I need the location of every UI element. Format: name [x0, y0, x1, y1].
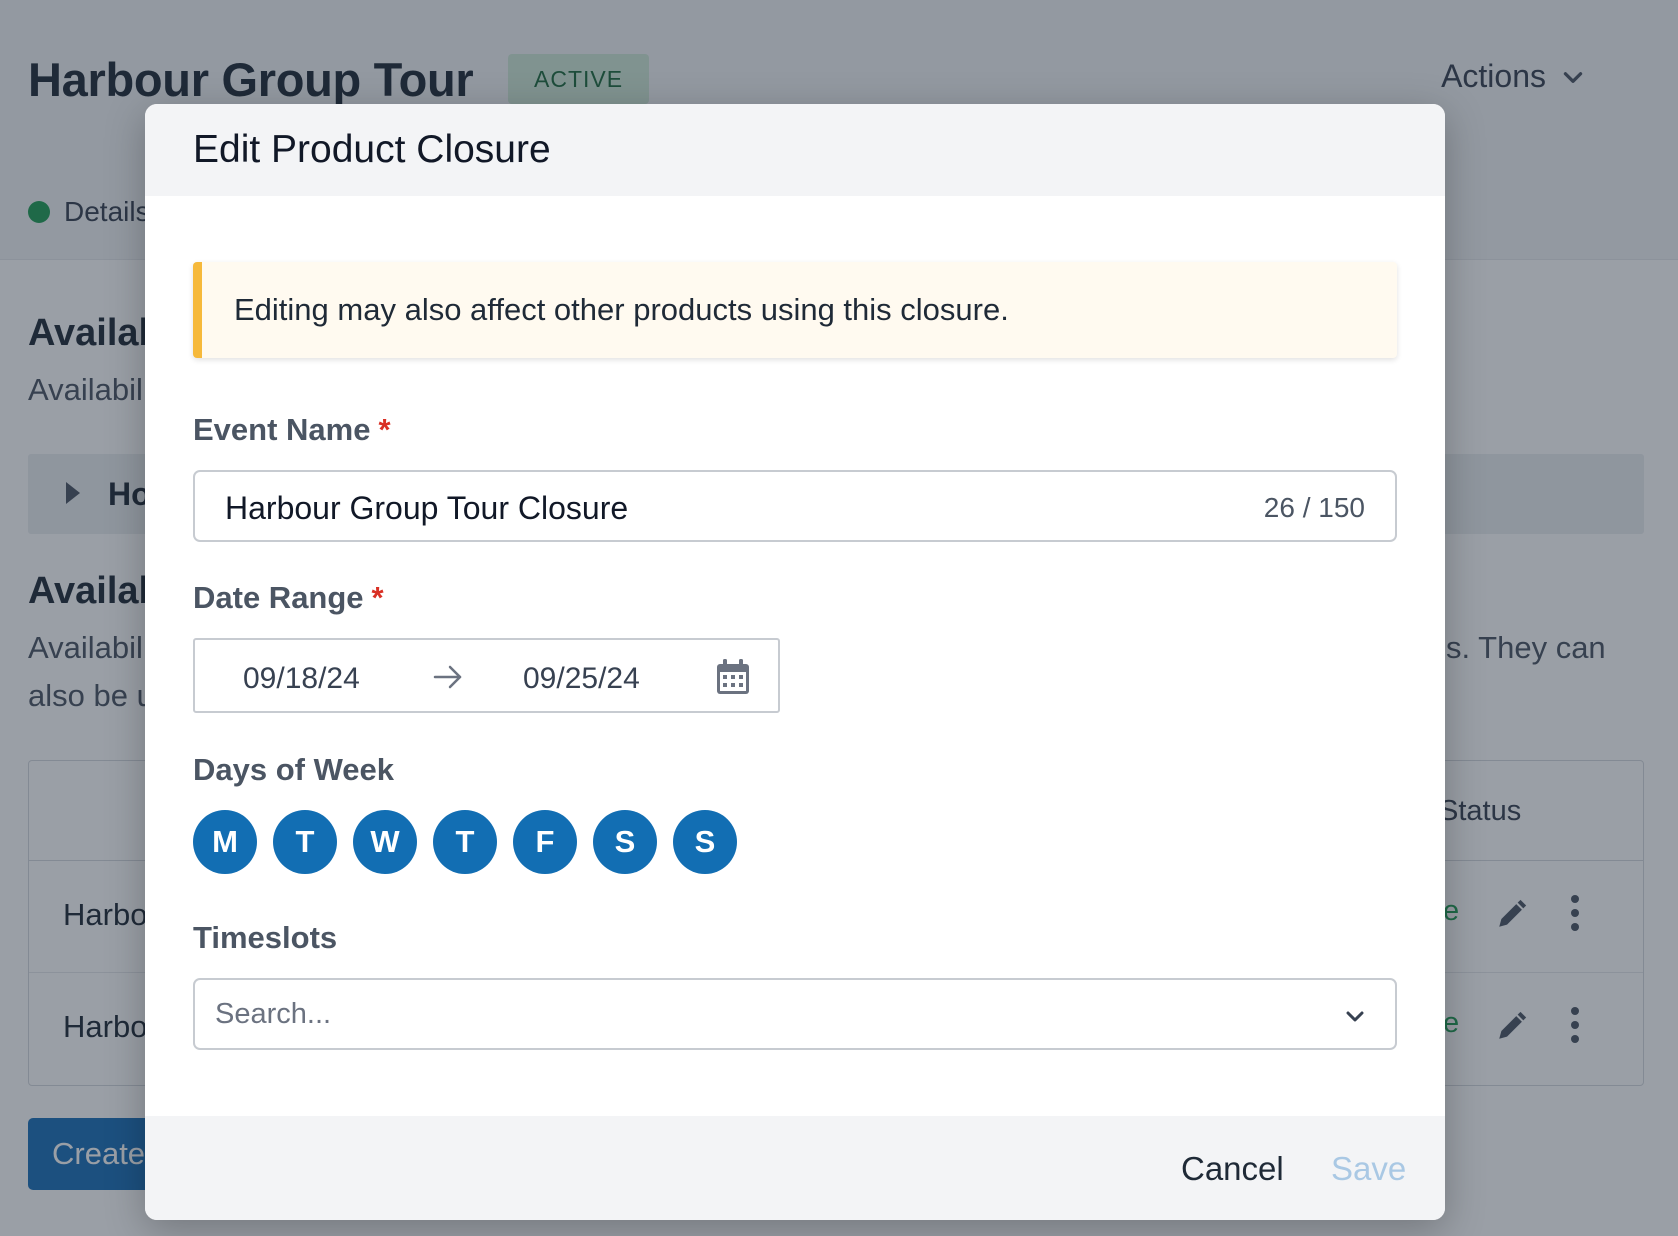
- timeslots-label: Timeslots: [193, 920, 338, 955]
- days-of-week-selector: M T W T F S S: [193, 810, 737, 874]
- day-toggle-monday[interactable]: M: [193, 810, 257, 874]
- timeslots-select[interactable]: [193, 978, 1397, 1050]
- chevron-down-icon[interactable]: [1343, 1004, 1367, 1028]
- warning-alert: Editing may also affect other products u…: [193, 262, 1397, 358]
- date-range-label: Date Range *: [193, 580, 384, 616]
- date-range-picker[interactable]: 09/18/24 09/25/24: [193, 638, 780, 713]
- modal-footer: Cancel Save: [145, 1116, 1445, 1220]
- required-mark: *: [371, 580, 384, 615]
- timeslots-search-input[interactable]: [215, 994, 1315, 1034]
- arrow-right-icon: [433, 665, 462, 689]
- alert-text: Editing may also affect other products u…: [234, 292, 1009, 327]
- day-toggle-wednesday[interactable]: W: [353, 810, 417, 874]
- day-toggle-saturday[interactable]: S: [593, 810, 657, 874]
- day-toggle-tuesday[interactable]: T: [273, 810, 337, 874]
- calendar-icon[interactable]: [715, 658, 751, 696]
- event-name-label: Event Name *: [193, 412, 391, 448]
- day-toggle-sunday[interactable]: S: [673, 810, 737, 874]
- save-button[interactable]: Save: [1331, 1150, 1406, 1188]
- required-mark: *: [378, 412, 391, 447]
- modal-title: Edit Product Closure: [193, 128, 551, 171]
- modal-header: Edit Product Closure: [145, 104, 1445, 196]
- date-range-label-text: Date Range: [193, 580, 364, 615]
- edit-closure-modal: Edit Product Closure Editing may also af…: [145, 104, 1445, 1220]
- event-name-label-text: Event Name: [193, 412, 371, 447]
- event-name-value: Harbour Group Tour Closure: [225, 490, 629, 526]
- cancel-button[interactable]: Cancel: [1181, 1150, 1284, 1188]
- days-of-week-label: Days of Week: [193, 752, 395, 787]
- end-date-input[interactable]: 09/25/24: [523, 662, 640, 696]
- day-toggle-thursday[interactable]: T: [433, 810, 497, 874]
- event-name-input[interactable]: Harbour Group Tour Closure 26 / 150: [193, 470, 1397, 542]
- day-toggle-friday[interactable]: F: [513, 810, 577, 874]
- character-counter: 26 / 150: [1263, 492, 1365, 523]
- start-date-input[interactable]: 09/18/24: [243, 662, 360, 696]
